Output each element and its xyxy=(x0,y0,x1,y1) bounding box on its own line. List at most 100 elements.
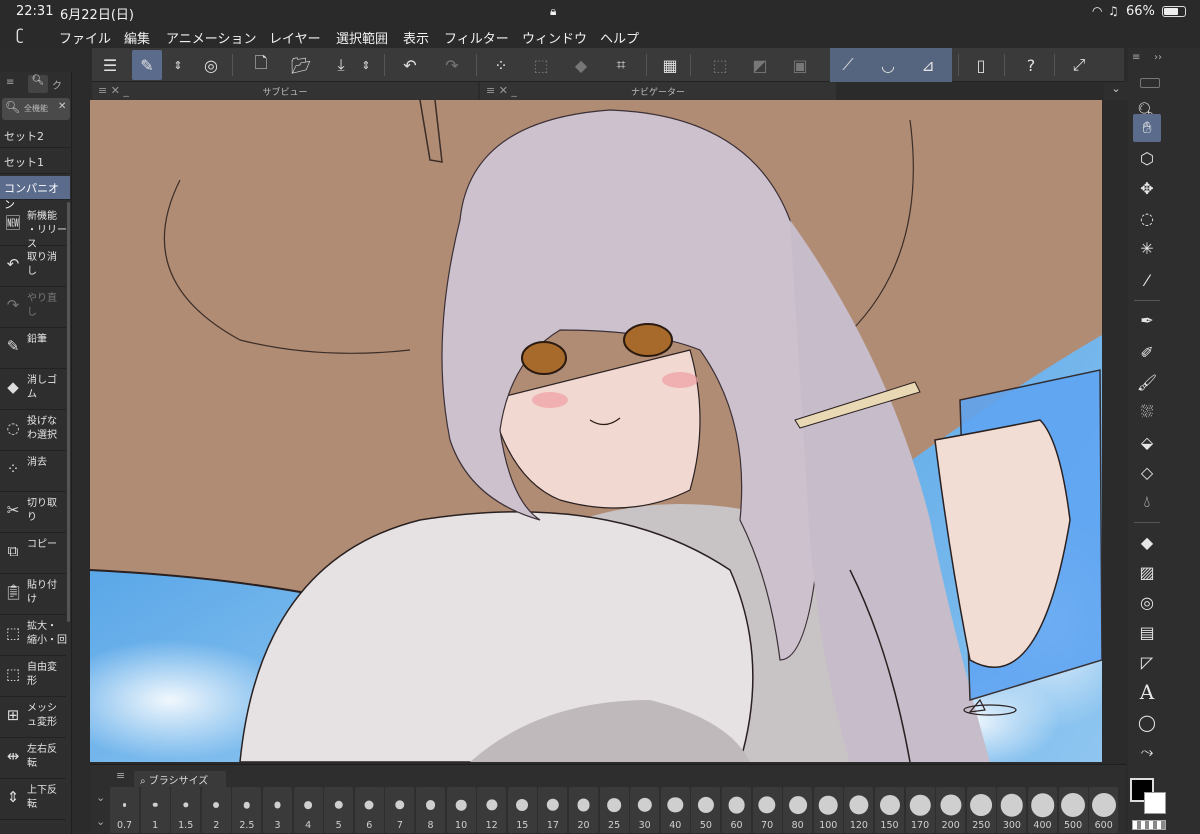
brush-size-option[interactable]: 100 xyxy=(813,787,843,833)
object-select-icon[interactable]: ⬡ xyxy=(1133,144,1161,172)
updown-chevron-icon[interactable]: ⇕ xyxy=(168,50,188,80)
balloon-icon[interactable]: ◯ xyxy=(1133,708,1161,736)
snap-grid-icon[interactable]: ⊿ xyxy=(913,50,943,80)
layer-record-icon[interactable]: ◎ xyxy=(196,50,226,80)
brush-size-option[interactable]: 0.7 xyxy=(110,787,139,833)
brush-size-option[interactable]: 2 xyxy=(201,787,231,833)
command-new-badge[interactable]: 🆕︎ 新機能 ・リリース xyxy=(0,204,67,250)
save-icon[interactable]: ⤓ xyxy=(326,50,356,80)
command-free-transform[interactable]: ⬚ 自由変 形 xyxy=(0,655,66,697)
command-undo[interactable]: ↶ 取り消 し xyxy=(0,245,66,287)
correct-line-icon[interactable]: ⤳ xyxy=(1133,738,1161,766)
brush-size-option[interactable]: 500 xyxy=(1058,787,1088,833)
snap-special-ruler-icon[interactable]: ◡ xyxy=(873,50,903,80)
brush-size-option[interactable]: 120 xyxy=(844,787,874,833)
magic-wand-icon[interactable]: ✳ xyxy=(1133,234,1161,262)
palette-collapse-icon[interactable]: ⌄ xyxy=(1104,82,1128,100)
pencil-icon[interactable]: ✐ xyxy=(1133,338,1161,366)
palette-menu-icon[interactable]: ≡ xyxy=(116,769,125,782)
brush-size-option[interactable]: 400 xyxy=(1028,787,1057,833)
brush-size-option[interactable]: 15 xyxy=(507,787,537,833)
edit-mode-icon[interactable]: ✎ xyxy=(132,50,162,80)
brush-size-option[interactable]: 3 xyxy=(263,787,292,833)
grid-icon[interactable]: ▦ xyxy=(655,50,685,80)
command-scale[interactable]: ⬚ 拡大・ 縮小・回 xyxy=(0,614,67,656)
brush-size-tab[interactable]: ⌕ ブラシサイズ xyxy=(134,771,226,787)
drawing-canvas[interactable] xyxy=(90,100,1102,762)
panel-menu-icon[interactable]: ≡ xyxy=(6,77,14,88)
brush-size-option[interactable]: 7 xyxy=(385,787,415,833)
fullscreen-icon[interactable]: ⤢ xyxy=(1064,50,1094,80)
menu-selection[interactable]: 選択範囲 xyxy=(336,28,388,47)
device-icon[interactable]: ▯ xyxy=(966,50,996,80)
clear-search-icon[interactable]: ✕ xyxy=(58,101,66,112)
hand-icon[interactable]: ✋︎ xyxy=(1133,114,1161,142)
brush-size-option[interactable]: 70 xyxy=(752,787,782,833)
clear-icon[interactable]: ⁘ xyxy=(486,50,516,80)
redo-icon[interactable]: ↷ xyxy=(437,50,467,80)
undo-icon[interactable]: ↶ xyxy=(395,50,425,80)
command-redo[interactable]: ↷ やり直 し xyxy=(0,286,66,328)
brush-size-option[interactable]: 2.5 xyxy=(232,787,262,833)
menu-help[interactable]: ヘルプ xyxy=(600,28,639,47)
brush-size-option[interactable]: 1 xyxy=(140,787,170,833)
command-pencil[interactable]: ✎ 鉛筆 xyxy=(0,327,66,369)
airbrush-icon[interactable]: ⛆ xyxy=(1133,398,1161,426)
menu-filter[interactable]: フィルター xyxy=(444,28,509,47)
panel-tab-label[interactable]: ク xyxy=(52,77,62,92)
tool-palette-menu-icon[interactable]: ≡ xyxy=(1132,52,1140,63)
save-chevron-icon[interactable]: ⇕ xyxy=(356,50,376,80)
brush-size-option[interactable]: 5 xyxy=(324,787,354,833)
brush-size-option[interactable]: 30 xyxy=(630,787,660,833)
gradient-icon[interactable]: ▨ xyxy=(1133,558,1161,586)
help-icon[interactable]: ? xyxy=(1016,50,1046,80)
scroll-up-icon[interactable]: ⌄ xyxy=(96,791,105,804)
command-flip-horizontal[interactable]: ⇹ 左右反 転 xyxy=(0,737,66,779)
eyedropper-icon[interactable]: ⁄ xyxy=(1133,266,1161,294)
snap-ruler-icon[interactable]: ⟋ xyxy=(833,50,863,80)
app-logo-icon[interactable]: ʗ xyxy=(16,26,24,44)
transform-icon[interactable]: ⌗ xyxy=(606,50,636,80)
command-lasso[interactable]: ◌ 投げな わ選択 xyxy=(0,409,66,451)
brush-size-option[interactable]: 600 xyxy=(1089,787,1119,833)
frame-icon[interactable]: ▤ xyxy=(1133,618,1161,646)
lasso-icon[interactable]: ◌ xyxy=(1133,204,1161,232)
brush-size-option[interactable]: 25 xyxy=(599,787,629,833)
command-eraser[interactable]: ◆ 消しゴ ム xyxy=(0,368,66,410)
decoration-icon[interactable]: ⬙ xyxy=(1133,428,1161,456)
blend-icon[interactable]: 💧︎ xyxy=(1133,488,1161,516)
brush-size-option[interactable]: 40 xyxy=(660,787,690,833)
brush-size-option[interactable]: 80 xyxy=(783,787,813,833)
menu-layer[interactable]: レイヤー xyxy=(269,28,321,47)
brush-icon[interactable]: 🖌︎ xyxy=(1133,368,1161,396)
brush-size-option[interactable]: 4 xyxy=(293,787,323,833)
brush-size-option[interactable]: 50 xyxy=(691,787,721,833)
brush-size-option[interactable]: 250 xyxy=(966,787,996,833)
brush-size-option[interactable]: 300 xyxy=(997,787,1027,833)
set-item-companion[interactable]: コンパニオン xyxy=(0,176,70,211)
contour-icon[interactable]: ◎ xyxy=(1133,588,1161,616)
brush-size-option[interactable]: 10 xyxy=(446,787,476,833)
scroll-down-icon[interactable]: ⌄ xyxy=(96,815,105,828)
brush-size-option[interactable]: 1.5 xyxy=(171,787,201,833)
command-mesh-transform[interactable]: ⊞ メッシ ュ変形 xyxy=(0,696,66,738)
eraser-icon[interactable]: ◇ xyxy=(1133,458,1161,486)
command-flip-vertical[interactable]: ⇕ 上下反 転 xyxy=(0,778,66,820)
clear-outside-icon[interactable]: ⬚ xyxy=(526,50,556,80)
panel-scrollbar[interactable] xyxy=(67,202,70,622)
selection-border-icon[interactable]: ▣ xyxy=(785,50,815,80)
move-icon[interactable]: ✥ xyxy=(1133,174,1161,202)
command-clear[interactable]: ⁘ 消去 xyxy=(0,450,66,492)
fill-icon[interactable]: ◆ xyxy=(1133,528,1161,556)
brush-size-option[interactable]: 60 xyxy=(722,787,751,833)
new-file-icon[interactable]: 🗋︎ xyxy=(246,50,276,80)
collapse-handle[interactable] xyxy=(1140,78,1160,88)
command-scissors[interactable]: ✂ 切り取 り xyxy=(0,491,66,533)
menu-hamburger-icon[interactable]: ☰ xyxy=(95,50,125,80)
transparent-color-icon[interactable] xyxy=(1132,820,1166,830)
ruler-icon[interactable]: ◸ xyxy=(1133,648,1161,676)
search-icon[interactable]: 🔍︎ xyxy=(28,75,48,93)
open-folder-icon[interactable]: 📂︎ xyxy=(286,50,316,80)
brush-size-option[interactable]: 6 xyxy=(354,787,384,833)
menu-animation[interactable]: アニメーション xyxy=(166,28,256,47)
